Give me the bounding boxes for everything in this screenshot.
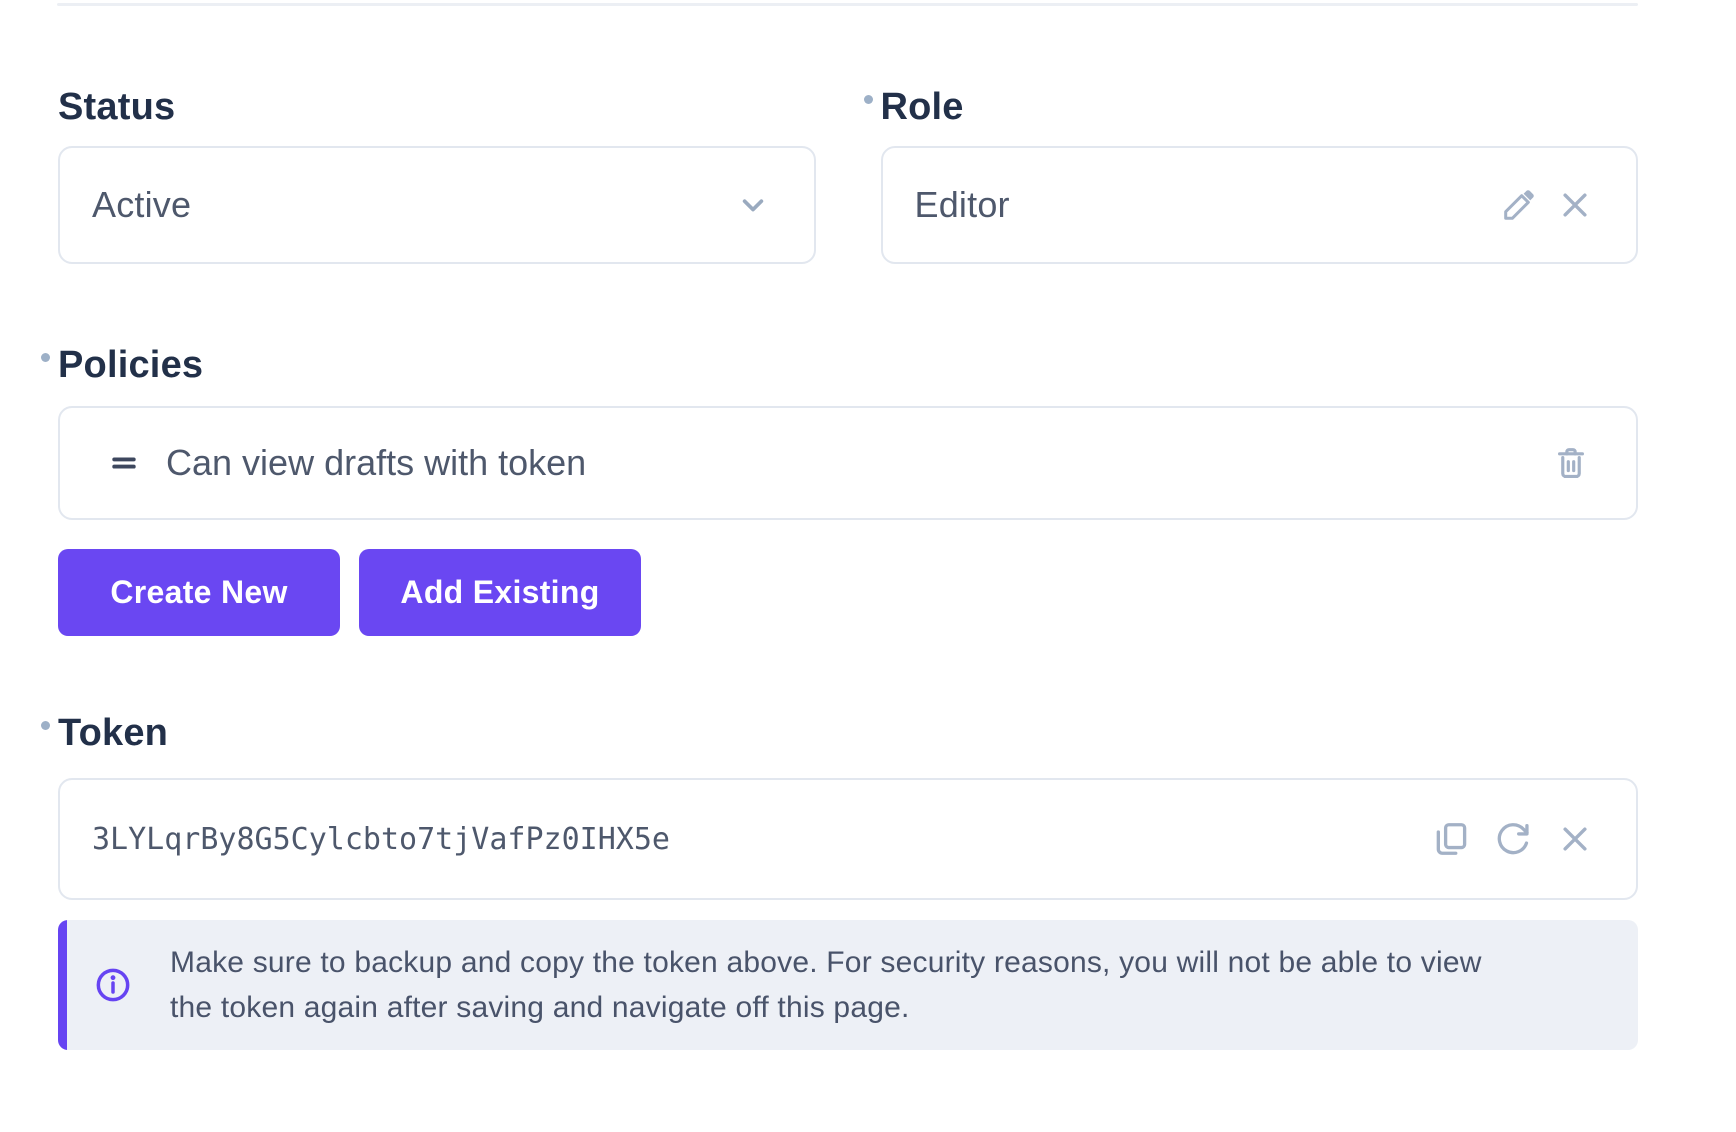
role-input[interactable]: Editor <box>881 146 1639 264</box>
field-policies: Policies Can view drafts with token <box>58 346 1638 520</box>
policies-label: Policies <box>58 346 203 384</box>
token-label: Token <box>58 714 168 752</box>
field-role: Role Editor <box>881 88 1639 264</box>
create-new-button[interactable]: Create New <box>58 549 340 636</box>
trash-icon[interactable] <box>1552 444 1590 482</box>
section-divider <box>57 3 1638 6</box>
status-value: Active <box>92 184 191 226</box>
add-existing-button[interactable]: Add Existing <box>359 549 641 636</box>
policy-list-item[interactable]: Can view drafts with token <box>58 406 1638 520</box>
notice-text: Make sure to backup and copy the token a… <box>170 940 1482 1030</box>
notice-line: the token again after saving and navigat… <box>170 985 1482 1030</box>
drag-handle-icon[interactable] <box>106 445 142 481</box>
status-role-row: Status Active Role <box>58 88 1638 264</box>
clear-x-icon[interactable] <box>1556 820 1594 858</box>
edited-marker-dot <box>41 353 50 362</box>
field-token: Token 3LYLqrBy8G5Cylcbto7tjVafPz0IHX5e <box>58 714 1638 900</box>
user-detail-form: Status Active Role <box>0 0 1736 1132</box>
chevron-down-icon[interactable] <box>734 186 772 224</box>
field-status: Status Active <box>58 88 816 264</box>
notice-accent-bar <box>58 920 67 1050</box>
token-security-notice: Make sure to backup and copy the token a… <box>58 920 1638 1050</box>
regenerate-icon[interactable] <box>1494 820 1532 858</box>
policy-name: Can view drafts with token <box>166 442 586 484</box>
status-select[interactable]: Active <box>58 146 816 264</box>
status-label: Status <box>58 88 175 126</box>
notice-line: Make sure to backup and copy the token a… <box>170 940 1482 985</box>
token-input[interactable]: 3LYLqrBy8G5Cylcbto7tjVafPz0IHX5e <box>58 778 1638 900</box>
edited-marker-dot <box>41 721 50 730</box>
policy-actions: Create New Add Existing <box>58 549 641 636</box>
role-label: Role <box>881 88 964 126</box>
token-value: 3LYLqrBy8G5Cylcbto7tjVafPz0IHX5e <box>92 822 670 857</box>
info-icon <box>93 965 133 1005</box>
clear-x-icon[interactable] <box>1556 186 1594 224</box>
copy-icon[interactable] <box>1432 820 1470 858</box>
edit-pencil-icon[interactable] <box>1500 186 1538 224</box>
role-value: Editor <box>915 184 1010 226</box>
edited-marker-dot <box>864 95 873 104</box>
